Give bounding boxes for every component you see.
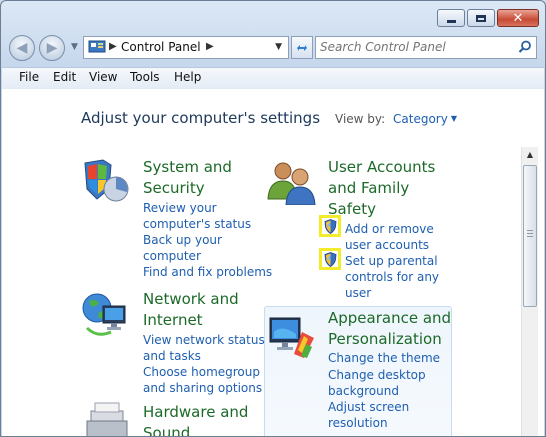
link-line: Add or remove (345, 222, 434, 236)
link-line: Review your (143, 201, 217, 215)
category-title-user-accounts[interactable]: User Accounts and Family Safety (328, 157, 435, 220)
title-line: User Accounts (328, 158, 436, 176)
link-parental-controls[interactable]: Set up parental controls for any user (345, 253, 439, 301)
link-line: Choose homegroup (143, 365, 260, 379)
category-title-network-internet[interactable]: Network and Internet (143, 289, 239, 331)
title-line: Personalization (328, 330, 442, 348)
hardware-sound-icon[interactable] (81, 401, 133, 437)
address-bar[interactable]: ▶ Control Panel ▶ ▼ (83, 36, 289, 59)
vertical-scrollbar[interactable]: ▲ (521, 147, 538, 436)
link-line: and sharing options (143, 381, 263, 395)
link-find-fix[interactable]: Find and fix problems (143, 264, 272, 280)
link-desktop-background[interactable]: Change desktop background (328, 367, 426, 399)
link-back-up[interactable]: Back up your computer (143, 232, 222, 264)
link-review-status[interactable]: Review your computer's status (143, 200, 251, 232)
close-icon: ✕ (512, 10, 524, 26)
appearance-personalization-icon[interactable] (268, 314, 318, 360)
system-security-icon[interactable] (81, 159, 131, 205)
refresh-button[interactable] (291, 36, 313, 59)
title-line: Network and (143, 290, 239, 308)
search-icon[interactable] (518, 40, 532, 54)
link-homegroup[interactable]: Choose homegroup and sharing options (143, 364, 262, 396)
view-by-dropdown[interactable]: Category ▼ (393, 112, 457, 126)
menu-edit[interactable]: Edit (53, 70, 76, 84)
breadcrumb-separator[interactable]: ▶ (206, 41, 214, 52)
link-line: controls for any (345, 270, 440, 284)
uac-shield-icon (324, 219, 337, 234)
content-pane: Adjust your computer's settings View by:… (2, 89, 544, 436)
link-screen-resolution[interactable]: Adjust screen resolution (328, 399, 409, 431)
chevron-down-icon: ▼ (450, 114, 457, 123)
link-line: user (345, 286, 372, 300)
maximize-icon (476, 14, 486, 22)
link-line: computer (143, 249, 201, 263)
address-dropdown-icon[interactable]: ▼ (275, 42, 282, 52)
page-title: Adjust your computer's settings (81, 109, 321, 127)
uac-shield-highlight (319, 248, 341, 270)
link-line: Back up your (143, 233, 222, 247)
link-line: user accounts (345, 238, 430, 252)
link-network-status[interactable]: View network status and tasks (143, 332, 265, 364)
minimize-icon (446, 19, 456, 23)
category-title-appearance[interactable]: Appearance and Personalization (328, 308, 451, 350)
user-accounts-icon[interactable] (266, 159, 318, 205)
control-panel-icon (88, 40, 106, 53)
maximize-button[interactable] (467, 9, 495, 27)
view-by-label: View by: (335, 112, 386, 126)
title-line: Internet (143, 311, 203, 329)
menu-help[interactable]: Help (174, 70, 201, 84)
minimize-button[interactable] (437, 9, 465, 27)
link-line: Change desktop (328, 368, 426, 382)
breadcrumb-separator[interactable]: ▶ (109, 41, 117, 52)
close-button[interactable]: ✕ (497, 9, 539, 27)
menu-tools[interactable]: Tools (130, 70, 160, 84)
scroll-thumb[interactable] (523, 165, 537, 307)
uac-shield-highlight (319, 215, 341, 237)
link-line: resolution (328, 416, 388, 430)
link-line: and tasks (143, 349, 201, 363)
control-panel-window: ✕ ◀ ▶ ▼ ▶ Control Panel ▶ ▼ Search Contr… (0, 0, 546, 437)
menu-view[interactable]: View (89, 70, 117, 84)
history-dropdown-icon[interactable]: ▼ (71, 42, 78, 52)
title-line: and Family (328, 179, 410, 197)
link-line: background (328, 384, 399, 398)
forward-arrow-icon: ▶ (46, 40, 58, 56)
breadcrumb-control-panel[interactable]: Control Panel (121, 40, 201, 54)
scroll-up-button[interactable]: ▲ (522, 147, 538, 163)
search-input[interactable] (320, 40, 500, 54)
refresh-icon (297, 44, 307, 51)
title-line: System and (143, 158, 232, 176)
menu-file[interactable]: File (19, 70, 39, 84)
title-line: Hardware and (143, 403, 249, 421)
link-line: Set up parental (345, 254, 438, 268)
uac-shield-icon (324, 252, 337, 267)
back-arrow-icon: ◀ (16, 40, 28, 56)
navigation-bar: ◀ ▶ ▼ ▶ Control Panel ▶ ▼ (9, 34, 537, 62)
grip-icon (527, 230, 533, 237)
forward-button[interactable]: ▶ (39, 35, 65, 61)
back-button[interactable]: ◀ (9, 35, 35, 61)
title-line: Appearance and (328, 309, 452, 327)
view-by-value: Category (393, 112, 448, 126)
title-line: Safety (328, 200, 376, 218)
caption-buttons: ✕ (437, 9, 539, 27)
link-change-theme[interactable]: Change the theme (328, 350, 440, 366)
link-add-remove-users[interactable]: Add or remove user accounts (345, 221, 434, 253)
search-box[interactable] (315, 36, 537, 59)
category-title-system-security[interactable]: System and Security (143, 157, 232, 199)
link-line: computer's status (143, 217, 252, 231)
link-line: View network status (143, 333, 265, 347)
network-internet-icon[interactable] (81, 292, 133, 340)
menu-bar: File Edit View Tools Help (2, 67, 544, 90)
title-line: Sound (143, 424, 191, 437)
category-title-hardware-sound[interactable]: Hardware and Sound (143, 402, 249, 437)
title-line: Security (143, 179, 205, 197)
link-line: Adjust screen (328, 400, 410, 414)
